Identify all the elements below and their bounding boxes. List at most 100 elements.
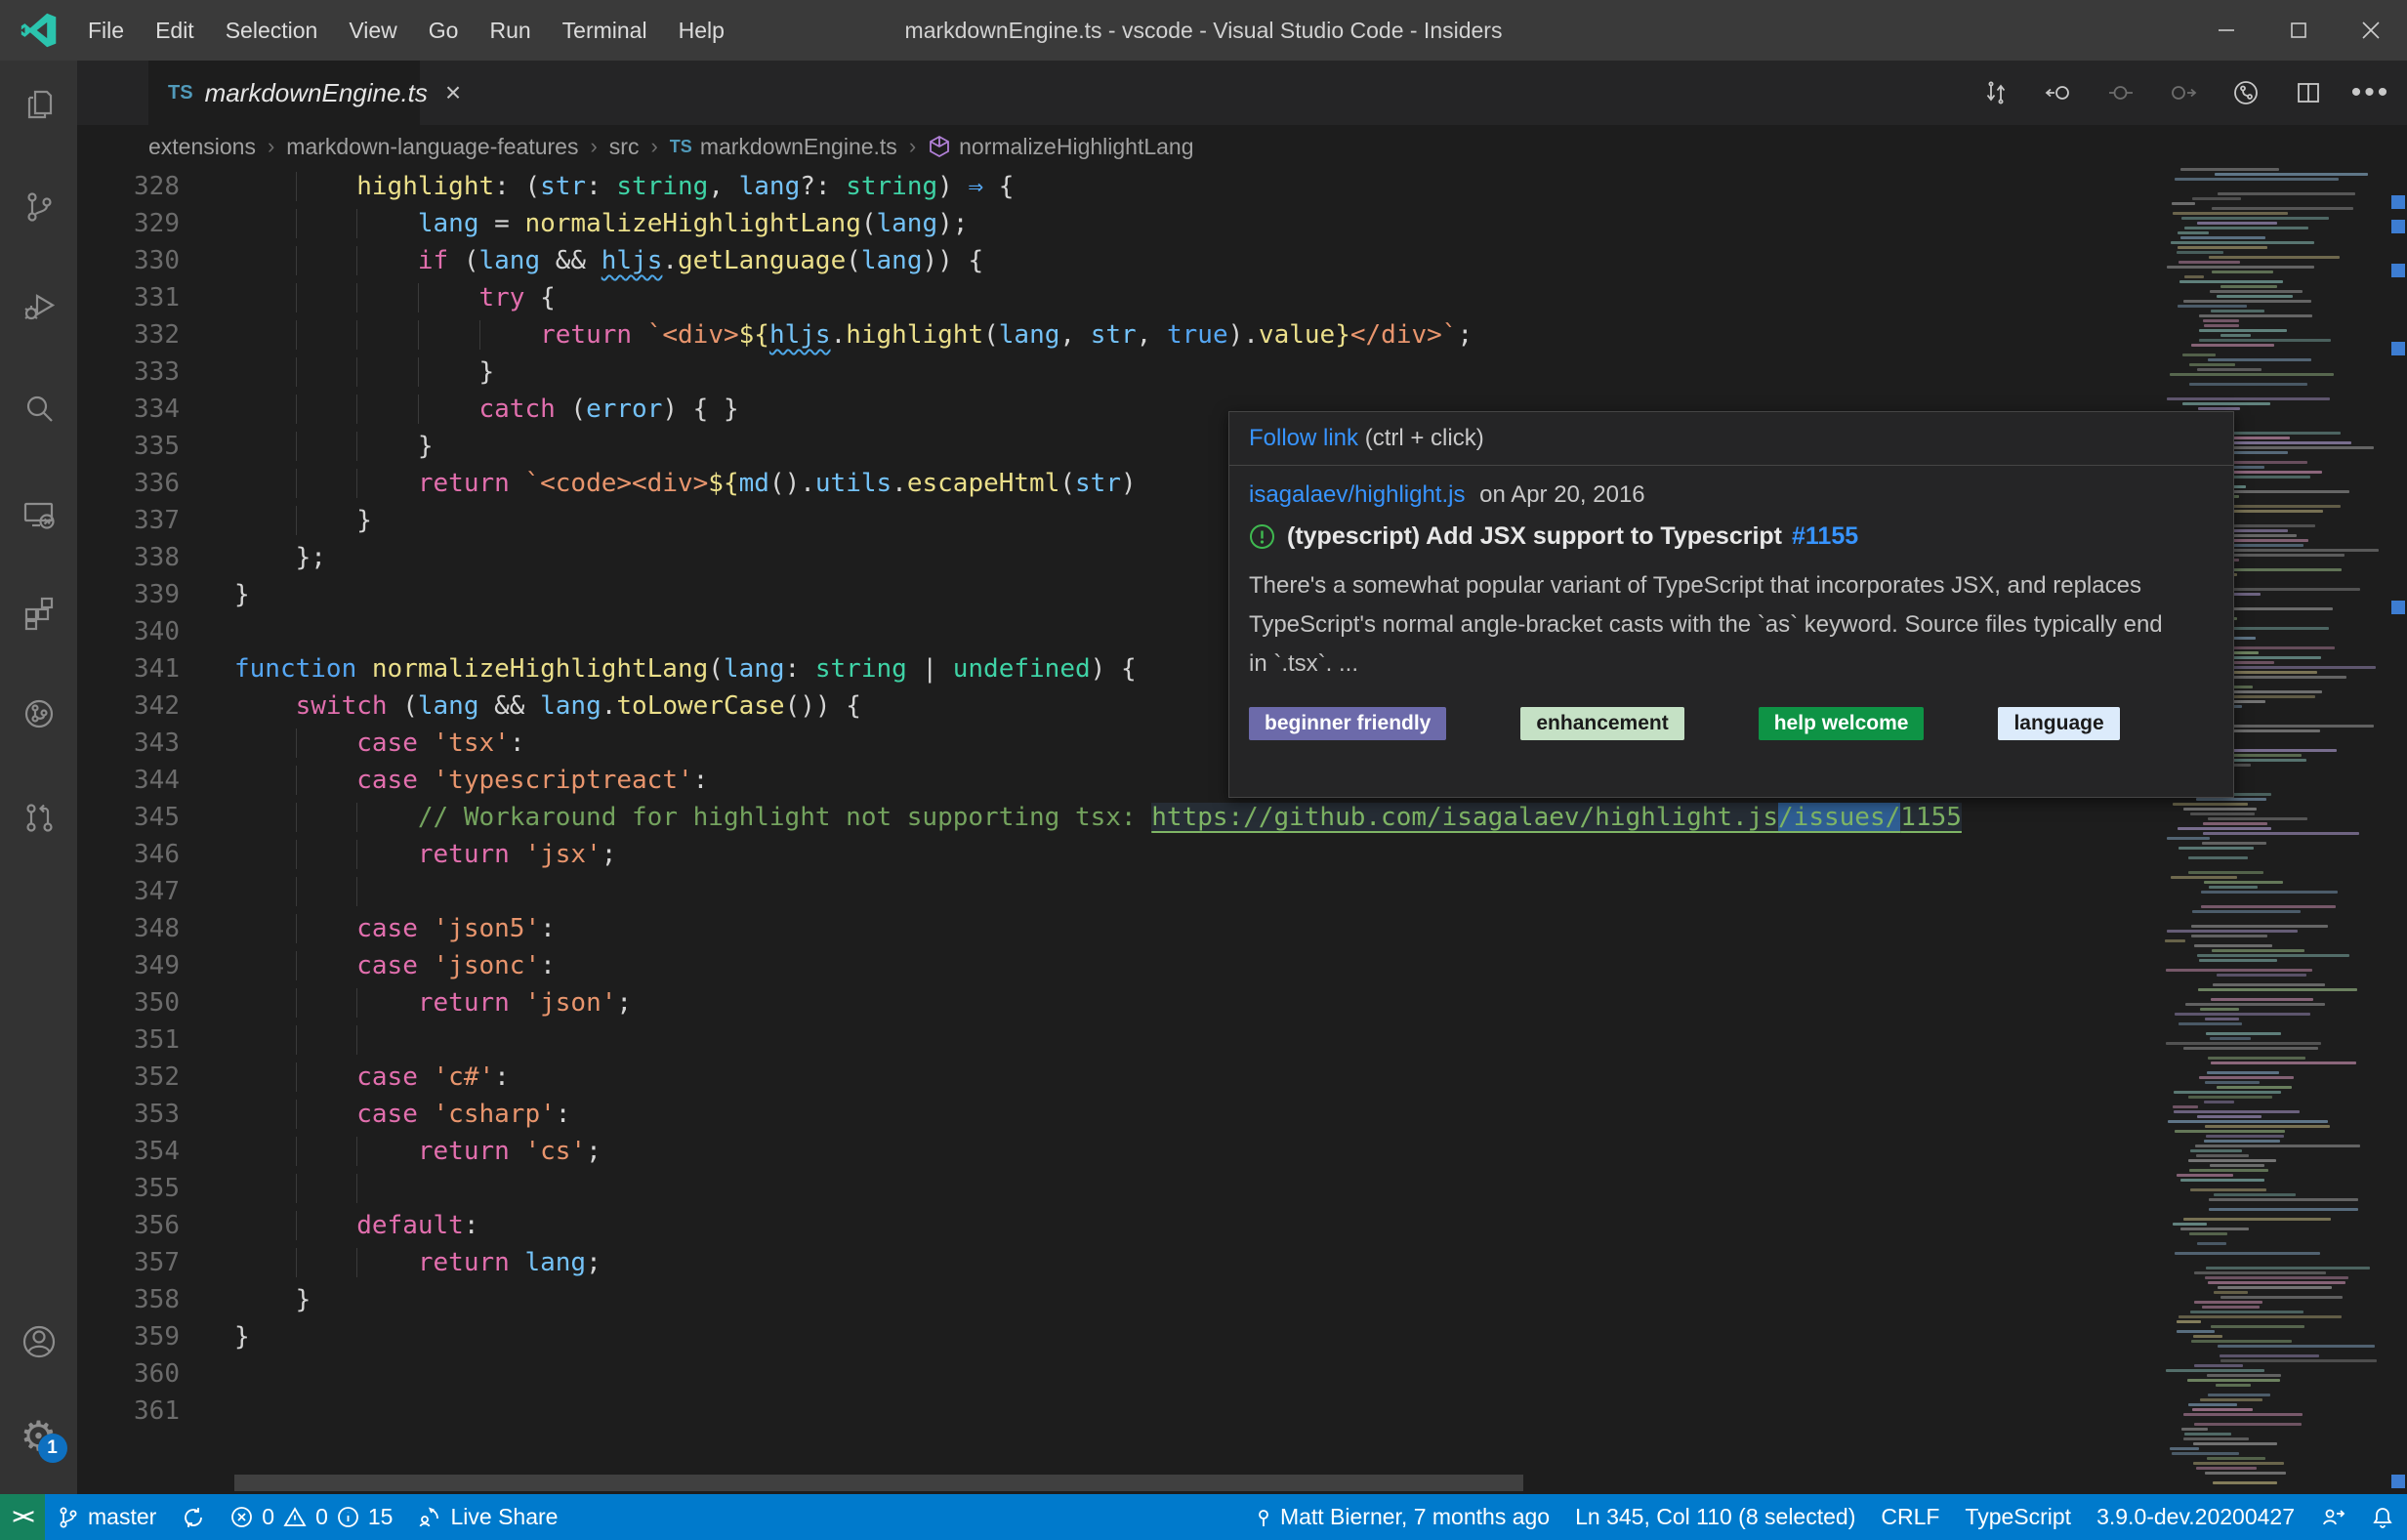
source-control-icon[interactable] xyxy=(19,187,60,228)
line-number[interactable]: 331 xyxy=(77,279,234,316)
code-line-351[interactable] xyxy=(234,1021,2407,1059)
github-pull-requests-icon[interactable] xyxy=(19,798,60,839)
blame-annotation[interactable]: Matt Bierner, 7 months ago xyxy=(1243,1494,1562,1540)
menu-edit[interactable]: Edit xyxy=(140,18,210,43)
line-number[interactable]: 344 xyxy=(77,762,234,799)
next-change-icon[interactable] xyxy=(2169,78,2198,107)
code-line-347[interactable] xyxy=(234,873,2407,910)
line-number[interactable]: 360 xyxy=(77,1355,234,1393)
line-number[interactable]: 352 xyxy=(77,1059,234,1096)
breadcrumb-item-src[interactable]: src xyxy=(609,134,640,160)
code-line-353[interactable]: case 'csharp': xyxy=(234,1096,2407,1133)
issue-number[interactable]: #1155 xyxy=(1792,522,1858,551)
line-number[interactable]: 335 xyxy=(77,428,234,465)
code-line-332[interactable]: return `<div>${hljs.highlight(lang, str,… xyxy=(234,316,2407,354)
line-number[interactable]: 339 xyxy=(77,576,234,613)
branch-indicator[interactable]: master xyxy=(45,1494,169,1540)
line-number[interactable]: 338 xyxy=(77,539,234,576)
issue-label-enhancement[interactable]: enhancement xyxy=(1520,707,1684,740)
code-line-356[interactable]: default: xyxy=(234,1207,2407,1244)
line-number[interactable]: 342 xyxy=(77,687,234,725)
code-line-361[interactable] xyxy=(234,1393,2407,1430)
code-content[interactable]: highlight: (str: string, lang?: string) … xyxy=(234,168,2407,1430)
gitlens-icon[interactable] xyxy=(19,693,60,734)
line-number[interactable]: 350 xyxy=(77,984,234,1021)
overview-ruler[interactable] xyxy=(2390,168,2407,1494)
line-number[interactable]: 361 xyxy=(77,1393,234,1430)
maximize-button[interactable] xyxy=(2262,0,2335,61)
problems-indicator[interactable]: 0 0 15 xyxy=(218,1494,405,1540)
code-line-328[interactable]: highlight: (str: string, lang?: string) … xyxy=(234,168,2407,205)
code-line-352[interactable]: case 'c#': xyxy=(234,1059,2407,1096)
code-line-329[interactable]: lang = normalizeHighlightLang(lang); xyxy=(234,205,2407,242)
line-number[interactable]: 328 xyxy=(77,168,234,205)
version-indicator[interactable]: 3.9.0-dev.20200427 xyxy=(2084,1494,2307,1540)
menu-run[interactable]: Run xyxy=(474,18,546,43)
menu-go[interactable]: Go xyxy=(413,18,475,43)
line-number[interactable]: 354 xyxy=(77,1133,234,1170)
settings-gear-icon[interactable]: ⚙ 1 xyxy=(19,1416,67,1463)
remote-indicator[interactable]: >< xyxy=(0,1494,45,1540)
issue-label-help-welcome[interactable]: help welcome xyxy=(1758,707,1925,740)
open-changes-icon[interactable] xyxy=(1981,78,2011,107)
line-number[interactable]: 356 xyxy=(77,1207,234,1244)
tab-markdownengine[interactable]: TS markdownEngine.ts × xyxy=(148,61,461,125)
menu-selection[interactable]: Selection xyxy=(210,18,334,43)
line-number[interactable]: 330 xyxy=(77,242,234,279)
remote-explorer-icon[interactable] xyxy=(19,494,60,535)
code-line-330[interactable]: if (lang && hljs.getLanguage(lang)) { xyxy=(234,242,2407,279)
explorer-icon[interactable] xyxy=(19,84,60,125)
code-line-354[interactable]: return 'cs'; xyxy=(234,1133,2407,1170)
line-number[interactable]: 341 xyxy=(77,650,234,687)
code-line-360[interactable] xyxy=(234,1355,2407,1393)
minimize-button[interactable] xyxy=(2190,0,2262,61)
line-number[interactable]: 348 xyxy=(77,910,234,947)
close-button[interactable] xyxy=(2335,0,2407,61)
search-icon[interactable] xyxy=(19,390,60,431)
breadcrumb-symbol[interactable]: normalizeHighlightLang xyxy=(959,134,1193,160)
tab-close-icon[interactable]: × xyxy=(445,77,461,108)
menu-view[interactable]: View xyxy=(333,18,412,43)
line-number[interactable]: 337 xyxy=(77,502,234,539)
issue-label-beginner-friendly[interactable]: beginner friendly xyxy=(1249,707,1447,740)
breadcrumb-item-extensions[interactable]: extensions xyxy=(148,134,256,160)
current-change-icon[interactable] xyxy=(2106,78,2136,107)
code-line-346[interactable]: return 'jsx'; xyxy=(234,836,2407,873)
eol-indicator[interactable]: CRLF xyxy=(1868,1494,1952,1540)
line-number[interactable]: 334 xyxy=(77,391,234,428)
follow-link[interactable]: Follow link xyxy=(1249,425,1358,451)
account-icon[interactable] xyxy=(19,1321,60,1362)
more-actions-icon[interactable]: ••• xyxy=(2351,78,2388,107)
breadcrumb-file[interactable]: markdownEngine.ts xyxy=(700,134,897,160)
code-line-349[interactable]: case 'jsonc': xyxy=(234,947,2407,984)
code-line-333[interactable]: } xyxy=(234,354,2407,391)
language-mode[interactable]: TypeScript xyxy=(1952,1494,2084,1540)
line-number[interactable]: 359 xyxy=(77,1318,234,1355)
line-number[interactable]: 340 xyxy=(77,613,234,650)
code-editor[interactable]: 328 329 330 331 332 333 334 335 336 337 338 339 340 3… xyxy=(77,168,2407,1494)
horizontal-scrollbar[interactable] xyxy=(234,1475,1523,1491)
breadcrumb-item-markdown-language-features[interactable]: markdown-language-features xyxy=(286,134,578,160)
line-number[interactable]: 345 xyxy=(77,799,234,836)
line-number[interactable]: 343 xyxy=(77,725,234,762)
line-number[interactable]: 349 xyxy=(77,947,234,984)
code-line-331[interactable]: try { xyxy=(234,279,2407,316)
code-line-350[interactable]: return 'json'; xyxy=(234,984,2407,1021)
code-line-355[interactable] xyxy=(234,1170,2407,1207)
issue-label-language[interactable]: language xyxy=(1998,707,2120,740)
line-number[interactable]: 357 xyxy=(77,1244,234,1281)
line-number[interactable]: 355 xyxy=(77,1170,234,1207)
menu-help[interactable]: Help xyxy=(663,18,740,43)
run-and-debug-icon[interactable] xyxy=(19,286,60,327)
previous-change-icon[interactable] xyxy=(2044,78,2073,107)
sync-button[interactable] xyxy=(169,1494,218,1540)
repo-link[interactable]: isagalaev/highlight.js xyxy=(1249,481,1465,508)
line-number[interactable]: 346 xyxy=(77,836,234,873)
line-number[interactable]: 332 xyxy=(77,316,234,354)
cursor-position[interactable]: Ln 345, Col 110 (8 selected) xyxy=(1562,1494,1868,1540)
code-line-357[interactable]: return lang; xyxy=(234,1244,2407,1281)
code-line-359[interactable]: } xyxy=(234,1318,2407,1355)
line-number[interactable]: 358 xyxy=(77,1281,234,1318)
code-line-345[interactable]: // Workaround for highlight not supporti… xyxy=(234,799,2407,836)
live-share-button[interactable]: Live Share xyxy=(405,1494,570,1540)
